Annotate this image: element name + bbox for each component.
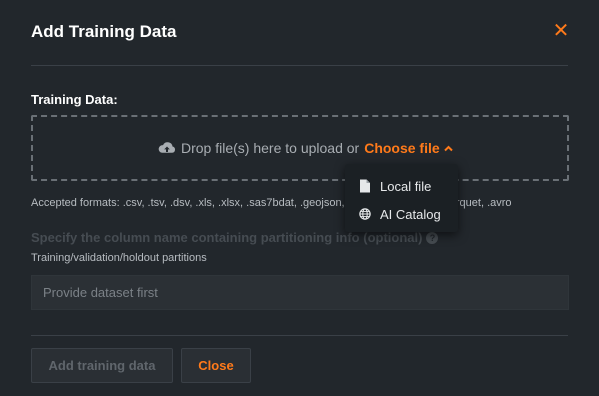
add-training-data-dialog: Add Training Data ✕ Training Data: Drop … [0,0,599,396]
chevron-up-icon [443,145,453,151]
cloud-upload-icon [158,142,176,153]
add-training-data-button[interactable]: Add training data [31,348,173,383]
menu-item-ai-catalog[interactable]: AI Catalog [345,200,458,228]
partition-sublabel: Training/validation/holdout partitions [31,252,207,264]
menu-item-label: Local file [380,178,432,194]
partition-label: Specify the column name containing parti… [31,230,439,245]
partition-input[interactable]: Provide dataset first [31,275,569,310]
dropzone-content: Drop file(s) here to upload or Choose fi… [158,140,453,156]
drop-text: Drop file(s) here to upload or [181,140,360,156]
choose-file-button[interactable]: Choose file [364,140,453,156]
close-button[interactable]: Close [181,348,251,383]
menu-item-label: AI Catalog [380,206,441,222]
file-dropzone[interactable]: Drop file(s) here to upload or Choose fi… [31,115,569,181]
close-icon[interactable]: ✕ [551,20,571,42]
question-icon[interactable]: ? [426,232,439,244]
globe-icon [359,208,371,220]
choose-file-menu: Local file AI Catalog [345,164,458,232]
file-icon [360,179,370,193]
partition-label-text: Specify the column name containing parti… [31,230,423,245]
menu-item-local-file[interactable]: Local file [345,172,458,200]
footer-divider [31,335,568,336]
choose-file-label: Choose file [364,140,440,156]
dialog-title: Add Training Data [31,22,177,41]
header-divider [31,65,568,66]
training-data-label: Training Data: [31,92,118,107]
